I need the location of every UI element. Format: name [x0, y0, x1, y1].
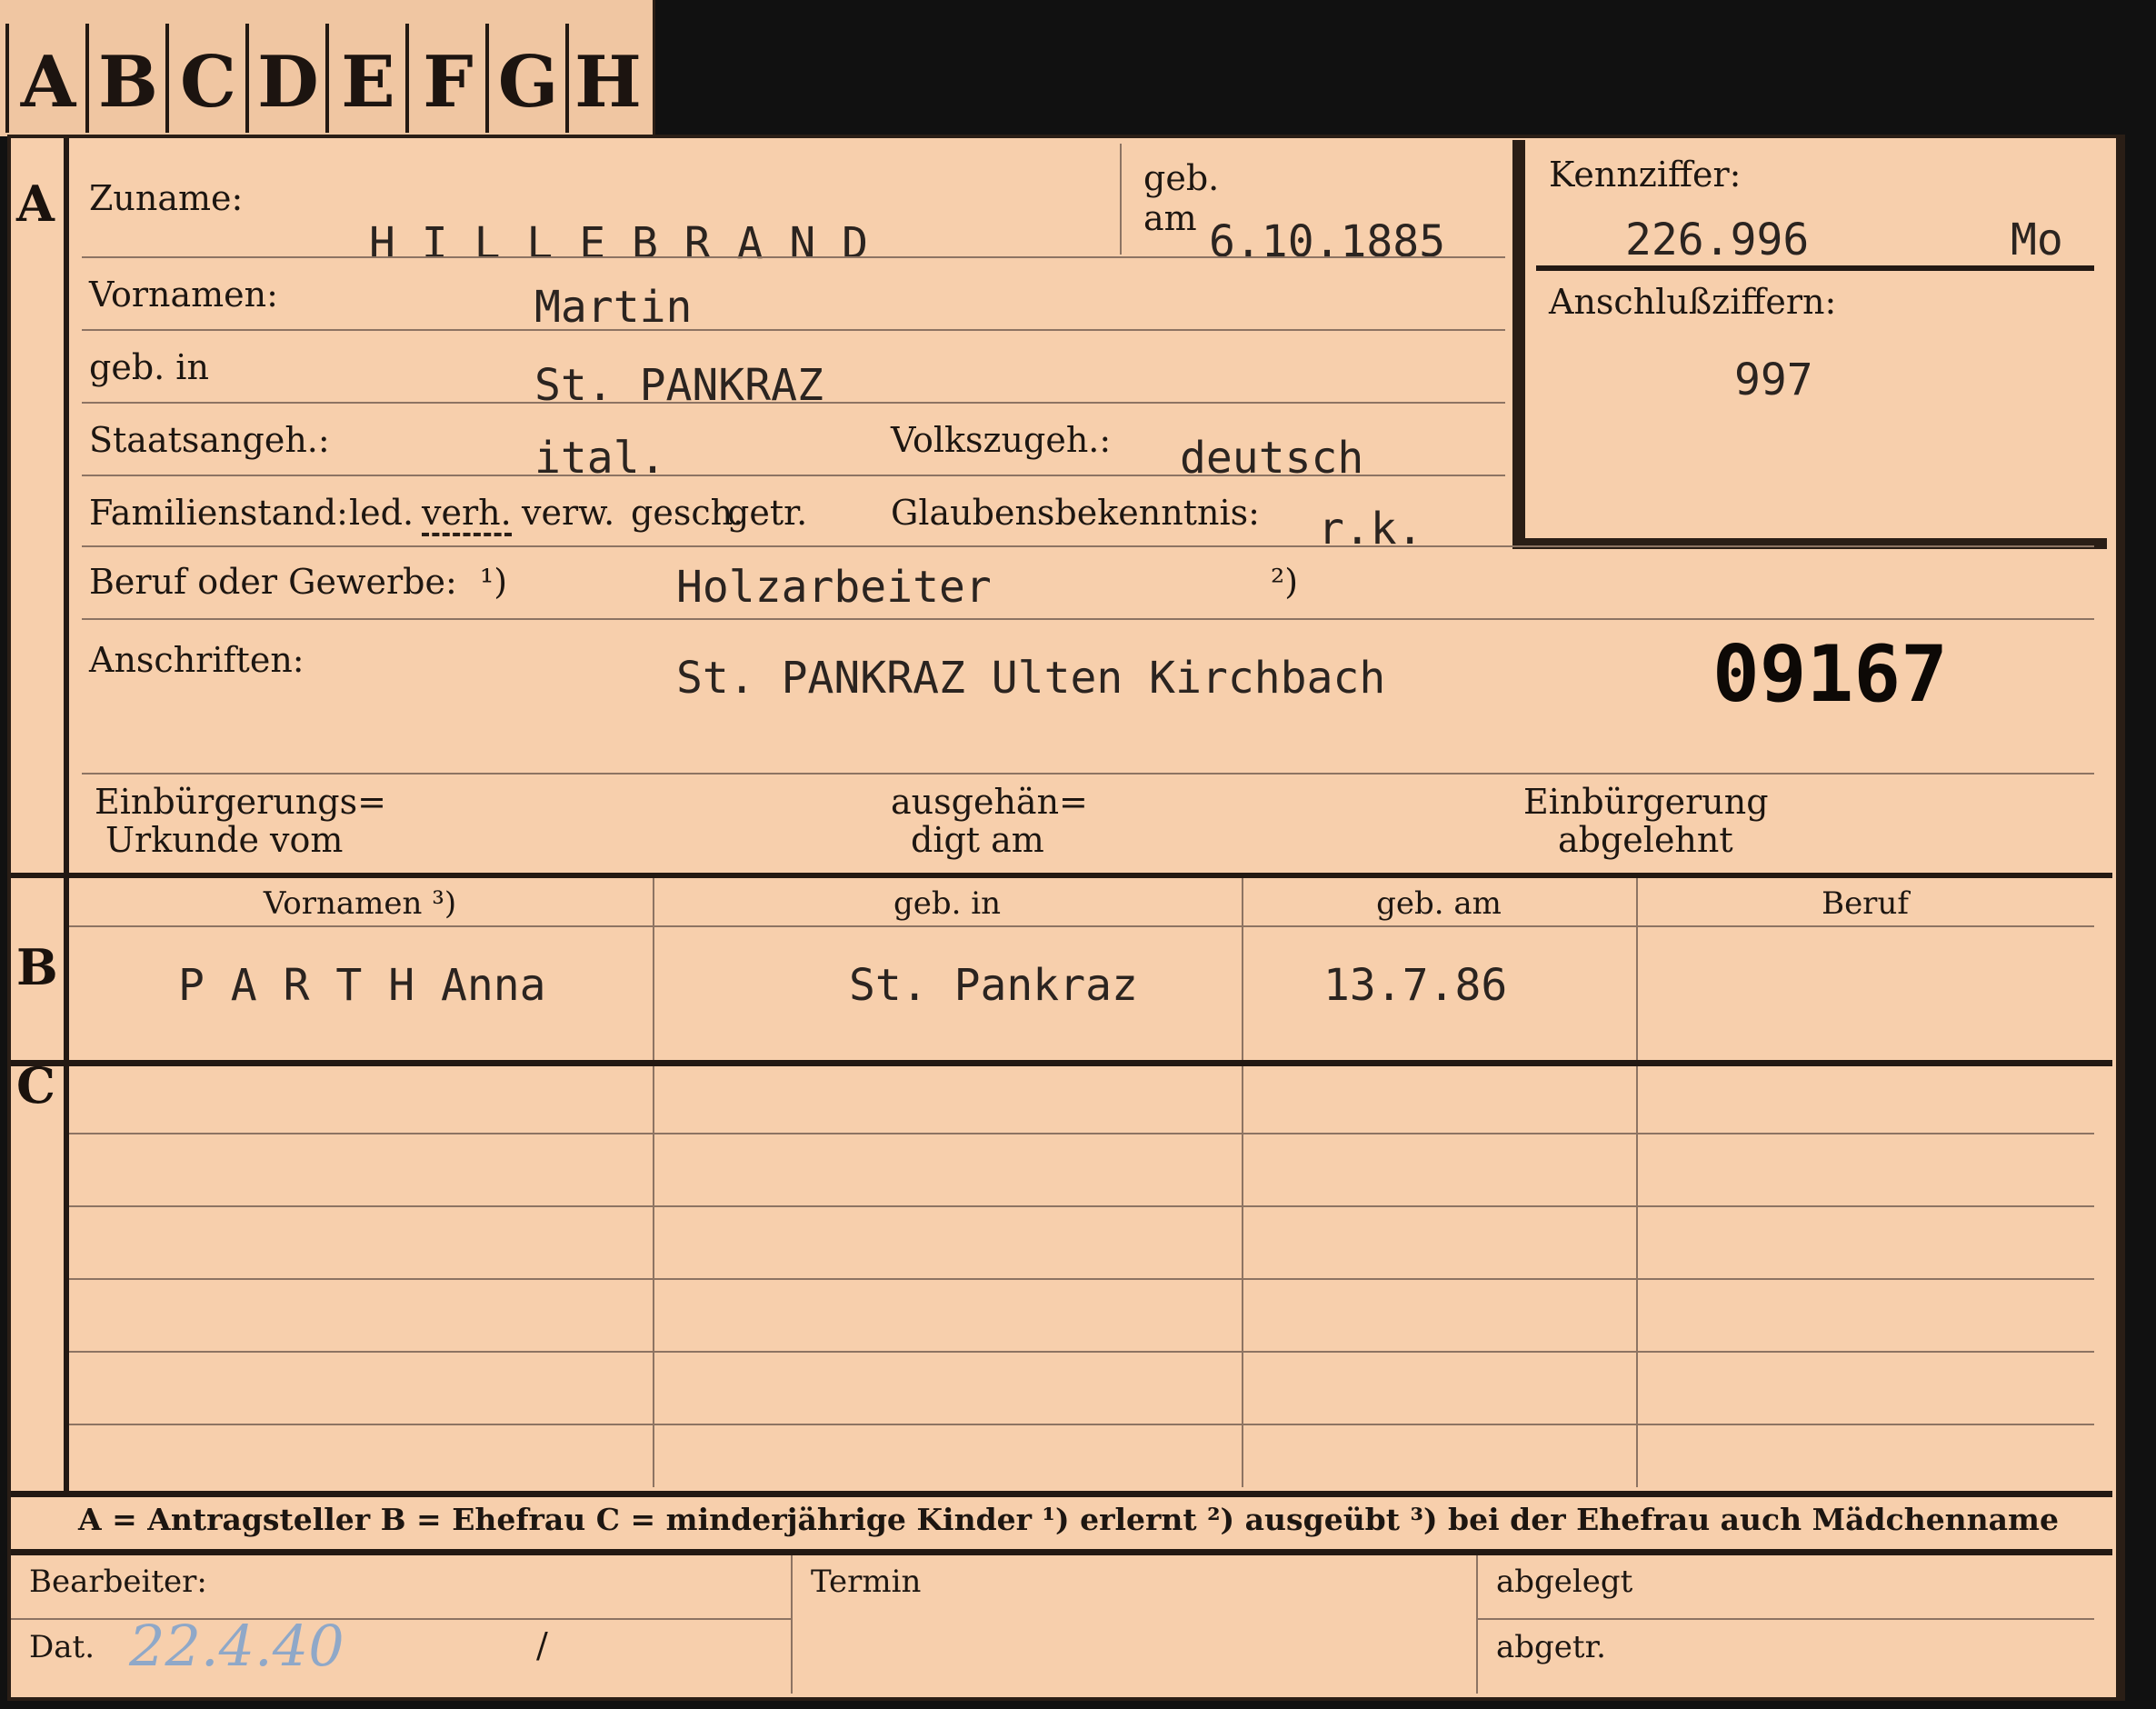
col-divider-1	[653, 878, 654, 1487]
vornamen-value: Martin	[534, 282, 693, 333]
alphabet-tab-strip: A B C D E F G H	[0, 0, 655, 136]
col-header-geb-in: geb. in	[893, 885, 1002, 922]
am-label: am	[1143, 198, 1197, 238]
kennziffer-box	[1512, 140, 2107, 549]
fam-getr: getr.	[727, 493, 808, 533]
abgetr-label: abgetr.	[1496, 1629, 1606, 1665]
anschrift-value: St. PANKRAZ Ulten Kirchbach	[676, 653, 1386, 704]
footnote-2-marker: ²)	[1271, 562, 1299, 602]
rule-vornamen	[82, 329, 1505, 331]
glaubensbekenntnis-label: Glaubensbekenntnis:	[891, 493, 1260, 533]
bearbeiter-label: Bearbeiter:	[29, 1564, 207, 1600]
section-b-marker: B	[16, 938, 58, 996]
tab-g[interactable]: G	[485, 24, 567, 133]
zuname-value: H I L L E B R A N D	[369, 218, 869, 269]
volkszugeh-label: Volkszugeh.:	[891, 420, 1112, 460]
kennziffer-suffix: Mo	[2011, 215, 2063, 265]
staatsangeh-label: Staatsangeh.:	[89, 420, 330, 460]
child-row-1	[69, 1133, 2094, 1134]
tab-a[interactable]: A	[5, 24, 87, 133]
fam-led: led.	[349, 493, 414, 533]
einb-abgelehnt-label-2: abgelehnt	[1558, 820, 1733, 860]
tab-e[interactable]: E	[325, 24, 407, 133]
footnote-1-marker: ¹)	[480, 562, 508, 602]
einb-urkunde-label-1: Einbürgerungs=	[95, 782, 386, 822]
col-header-beruf: Beruf	[1822, 885, 1909, 922]
geb-label: geb.	[1143, 158, 1220, 198]
registration-card: A B C Kennziffer: 226.996 Mo Anschlußzif…	[7, 135, 2125, 1701]
anschlussziffern-label: Anschlußziffern:	[1549, 282, 1837, 322]
tab-d[interactable]: D	[245, 24, 327, 133]
spouse-birthplace: St. Pankraz	[849, 960, 1138, 1011]
zuname-label: Zuname:	[89, 178, 244, 218]
dat-value: 22.4.40	[129, 1613, 344, 1679]
beruf-value: Holzarbeiter	[676, 562, 992, 613]
rule-staatsangeh	[82, 475, 1505, 476]
rule-zuname	[82, 256, 1505, 258]
rule-anschriften	[82, 773, 2094, 775]
einb-urkunde-label-2: Urkunde vom	[105, 820, 344, 860]
rule-geb-in	[82, 402, 1505, 404]
anschlussziffer-value: 997	[1734, 355, 1813, 405]
legend: A = Antragsteller B = Ehefrau C = minder…	[78, 1502, 2059, 1537]
ausgehaendigt-label-2: digt am	[911, 820, 1044, 860]
geb-in-label: geb. in	[89, 347, 209, 387]
footer-divider-1	[791, 1555, 793, 1694]
col-header-geb-am: geb. am	[1376, 885, 1502, 922]
einb-abgelehnt-label-1: Einbürgerung	[1523, 782, 1769, 822]
child-row-5	[69, 1424, 2094, 1425]
geb-divider	[1120, 144, 1122, 255]
kennziffer-label: Kennziffer:	[1549, 155, 1742, 195]
child-row-4	[69, 1351, 2094, 1353]
tab-h[interactable]: H	[565, 24, 647, 133]
col-divider-3	[1636, 878, 1638, 1487]
tab-b[interactable]: B	[85, 24, 167, 133]
kennziffer-divider	[1536, 265, 2094, 271]
termin-label: Termin	[811, 1564, 922, 1600]
spouse-name: P A R T H Anna	[178, 960, 546, 1011]
header-rule	[69, 925, 2094, 927]
col-header-vornamen: Vornamen ³)	[263, 885, 457, 922]
beruf-label: Beruf oder Gewerbe:	[89, 562, 457, 602]
dat-label: Dat.	[29, 1629, 95, 1665]
tab-f[interactable]: F	[405, 24, 487, 133]
fam-verh-selected: verh.	[422, 493, 512, 536]
footer-rule-left	[11, 1618, 791, 1620]
section-c-divider	[11, 1060, 2112, 1066]
child-row-2	[69, 1205, 2094, 1207]
spouse-birthdate: 13.7.86	[1323, 960, 1508, 1011]
rule-beruf	[82, 618, 2094, 620]
vornamen-label: Vornamen:	[89, 275, 278, 315]
dat-slash: /	[536, 1625, 548, 1665]
ausgehaendigt-label-1: ausgehän=	[891, 782, 1088, 822]
section-a-marker: A	[16, 175, 55, 233]
col-divider-2	[1242, 878, 1243, 1487]
section-b-divider	[11, 873, 2112, 878]
kennziffer-value: 226.996	[1625, 215, 1810, 265]
stamp-number: 09167	[1712, 629, 1948, 720]
anschriften-label: Anschriften:	[89, 640, 304, 680]
footer-rule-right	[1476, 1618, 2094, 1620]
fam-verw: verw.	[522, 493, 615, 533]
tab-c[interactable]: C	[165, 24, 247, 133]
abgelegt-label: abgelegt	[1496, 1564, 1633, 1600]
birth-date-value: 6.10.1885	[1209, 216, 1446, 267]
legend-bottom-rule	[11, 1549, 2112, 1555]
child-row-3	[69, 1278, 2094, 1280]
footer-divider-2	[1476, 1555, 1478, 1694]
rule-familienstand	[82, 545, 2094, 547]
familienstand-label: Familienstand:	[89, 493, 348, 533]
legend-top-rule	[11, 1491, 2112, 1497]
section-rail	[64, 138, 69, 1493]
